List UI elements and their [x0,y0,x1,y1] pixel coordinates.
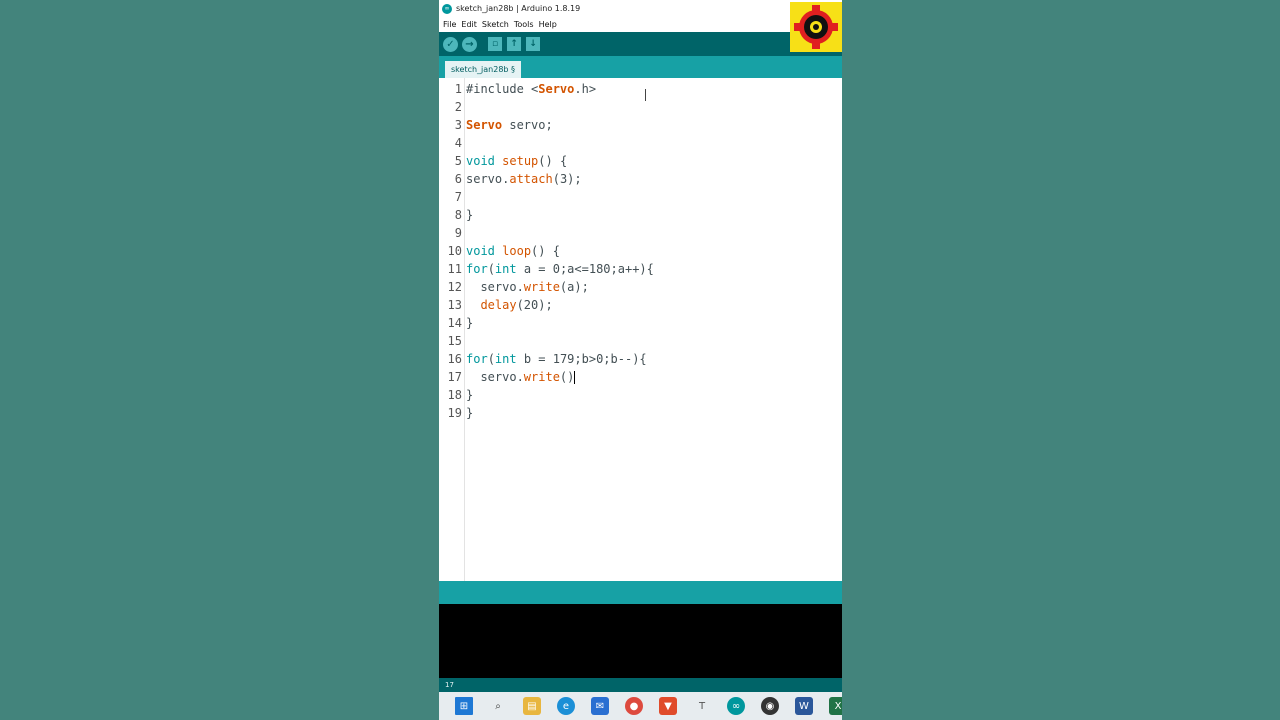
edge-icon[interactable]: e [557,697,575,715]
chrome-icon[interactable]: ● [625,697,643,715]
code-line: 7 [454,190,462,204]
channel-logo-icon [790,2,842,52]
code-line: 3 Servo servo; [454,118,553,132]
code-line: 14} [447,316,474,330]
code-line: 6 servo.attach(3); [454,172,582,186]
file-explorer-icon[interactable]: ▤ [523,697,541,715]
text-cursor [574,371,576,384]
toolbar: ✓ → ▫ ↑ ↓ [439,32,842,56]
code-line: 12 servo.write(a); [447,280,589,294]
code-line: 8} [454,208,474,222]
code-line: 18} [447,388,474,402]
new-icon[interactable]: ▫ [488,37,502,51]
menu-sketch[interactable]: Sketch [482,20,509,29]
brave-icon[interactable]: ▼ [659,697,677,715]
code-line: 4 [454,136,462,150]
title-bar: ∞ sketch_jan28b | Arduino 1.8.19 [439,0,842,17]
menu-tools[interactable]: Tools [514,20,534,29]
code-line: 19} [447,406,474,420]
tab-strip: sketch_jan28b § [439,56,842,78]
menu-bar: File Edit Sketch Tools Help [439,17,842,32]
windows-taskbar: ⊞ ⌕ ▤ e ✉ ● ▼ T ∞ ◉ W X [439,692,842,720]
footer-bar: 17 [439,678,842,692]
excel-icon[interactable]: X [829,697,842,715]
upload-icon[interactable]: → [462,36,477,52]
line-indicator: 17 [445,681,454,689]
code-editor[interactable]: 1 #include <Servo.h> 2 3 Servo servo; 4 5v… [439,78,842,581]
window-title: sketch_jan28b | Arduino 1.8.19 [456,4,581,13]
code-line: 11 for(int a = 0;a<=180;a++){ [447,262,654,276]
arduino-ide-window: ∞ sketch_jan28b | Arduino 1.8.19 File Ed… [439,0,842,720]
code-line: 16 for(int b = 179;b>0;b--){ [447,352,647,366]
start-icon[interactable]: ⊞ [455,697,473,715]
mail-icon[interactable]: ✉ [591,697,609,715]
open-icon[interactable]: ↑ [507,37,521,51]
arduino-logo-icon: ∞ [442,3,452,14]
word-icon[interactable]: W [795,697,813,715]
code-line: 17 servo.write() [447,370,576,384]
screen-recorder-icon[interactable]: ◉ [761,697,779,715]
code-line: 1 #include <Servo.h> [454,82,597,96]
menu-edit[interactable]: Edit [461,20,477,29]
code-line: 15 [447,334,462,348]
console-output[interactable] [439,604,842,678]
code-line: 2 [454,100,462,114]
search-icon[interactable]: ⌕ [489,697,507,715]
code-line: 13 delay(20); [447,298,553,312]
arduino-icon[interactable]: ∞ [727,697,745,715]
code-line: 9 [454,226,462,240]
menu-help[interactable]: Help [539,20,557,29]
status-bar [439,581,842,604]
verify-icon[interactable]: ✓ [443,36,458,52]
menu-file[interactable]: File [443,20,456,29]
tab-sketch[interactable]: sketch_jan28b § [445,61,522,78]
code-line: 10 void loop() { [447,244,560,258]
code-line: 5 void setup() { [454,154,568,168]
text-app-icon[interactable]: T [693,697,711,715]
save-icon[interactable]: ↓ [526,37,540,51]
